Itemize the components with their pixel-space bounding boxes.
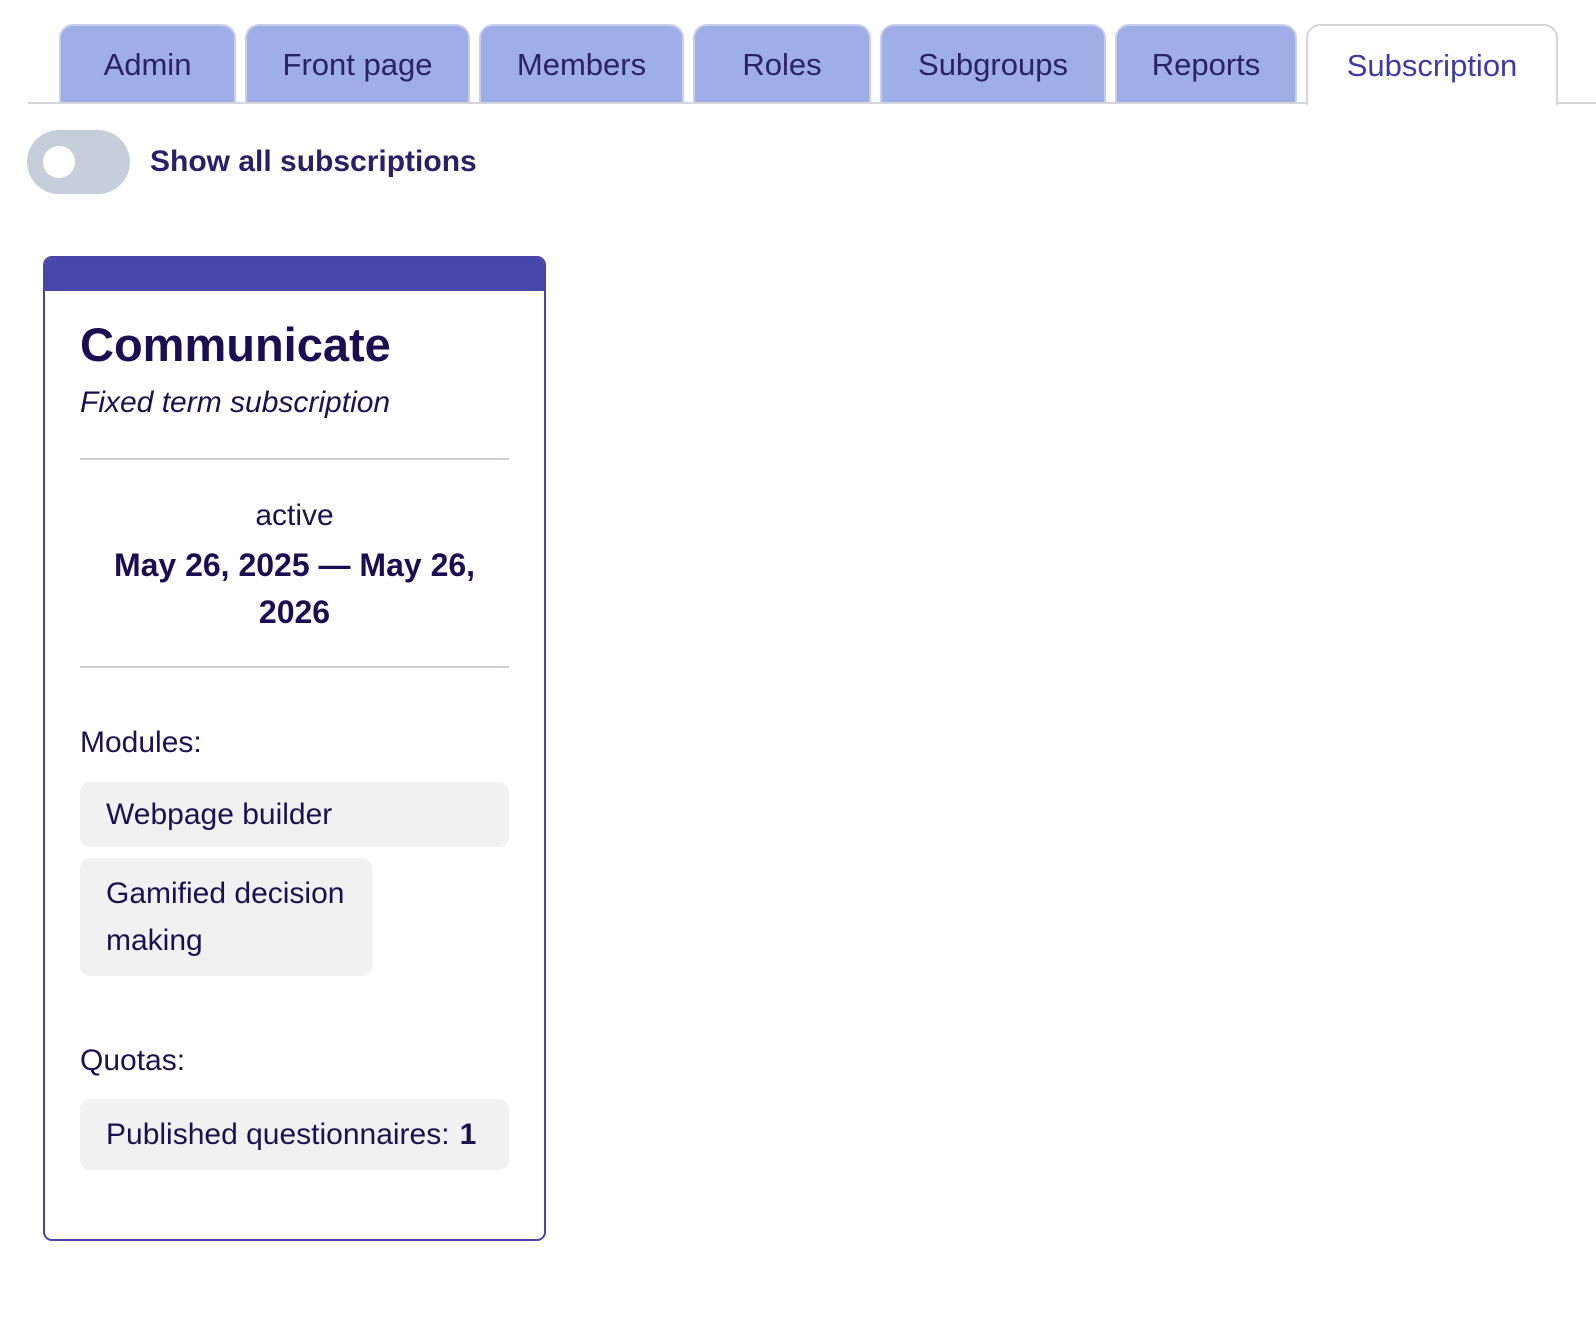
tab-subgroups[interactable]: Subgroups: [880, 24, 1106, 103]
tab-front-page[interactable]: Front page: [245, 24, 470, 103]
subscription-date-range: May 26, 2025 — May 26, 2026: [113, 547, 476, 630]
quota-value: 1: [459, 1118, 477, 1151]
subscription-status: active: [255, 499, 334, 532]
tab-reports[interactable]: Reports: [1115, 24, 1297, 103]
tab-members[interactable]: Members: [479, 24, 684, 103]
modules-label: Modules:: [80, 726, 202, 759]
card-body: Communicate Fixed term subscription acti…: [45, 317, 544, 1170]
toggle-knob: [43, 146, 75, 178]
show-all-subscriptions-toggle[interactable]: [27, 130, 130, 194]
module-item: Webpage builder: [80, 782, 509, 847]
tab-admin[interactable]: Admin: [59, 24, 236, 103]
quotas-label: Quotas:: [80, 1044, 186, 1077]
module-item: Gamified decision making: [80, 858, 372, 976]
quota-label: Published questionnaires:: [106, 1118, 450, 1151]
subscription-card: Communicate Fixed term subscription acti…: [43, 256, 546, 1241]
quota-item: Published questionnaires: 1: [80, 1099, 509, 1170]
subscription-type: Fixed term subscription: [80, 386, 391, 419]
card-accent-bar: [45, 258, 544, 291]
show-all-subscriptions-row: Show all subscriptions: [27, 130, 477, 194]
tab-roles[interactable]: Roles: [693, 24, 871, 103]
subscription-title: Communicate: [80, 318, 391, 371]
page: Admin Front page Members Roles Subgroups…: [0, 0, 1596, 1328]
status-block: active May 26, 2025 — May 26, 2026: [80, 460, 509, 636]
divider: [80, 666, 509, 668]
tab-subscription[interactable]: Subscription: [1306, 24, 1558, 105]
show-all-subscriptions-label[interactable]: Show all subscriptions: [150, 145, 477, 179]
